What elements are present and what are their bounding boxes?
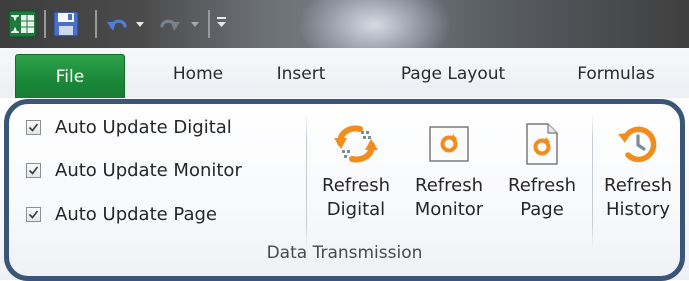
checkbox-label: Auto Update Page <box>55 203 217 225</box>
tab-file[interactable]: File <box>15 54 125 99</box>
tab-formulas[interactable]: Formulas <box>556 48 676 98</box>
group-separator <box>592 112 593 250</box>
group-separator <box>306 112 307 250</box>
ribbon-panel: Auto Update Digital Auto Update Monitor … <box>0 98 689 281</box>
redo-icon[interactable] <box>157 11 183 37</box>
button-label-line1: Refresh <box>415 175 483 196</box>
auto-update-digital-checkbox[interactable]: Auto Update Digital <box>26 112 232 142</box>
checkmark-icon <box>28 123 39 132</box>
title-bar <box>0 0 689 48</box>
qat-separator <box>44 10 46 38</box>
refresh-digital-button[interactable]: Refresh Digital <box>314 114 398 222</box>
qat-separator <box>95 10 97 38</box>
refresh-history-button[interactable]: Refresh History <box>596 114 680 222</box>
tab-page-layout[interactable]: Page Layout <box>383 48 523 98</box>
auto-update-monitor-checkbox[interactable]: Auto Update Monitor <box>26 155 242 185</box>
refresh-page-button[interactable]: Refresh Page <box>499 114 585 222</box>
refresh-digital-icon <box>334 125 378 163</box>
button-label-line1: Refresh <box>508 175 576 196</box>
checkmark-icon <box>28 166 39 175</box>
button-label-line2: Digital <box>326 199 386 220</box>
customize-qat-icon[interactable] <box>215 14 229 30</box>
checkmark-icon <box>28 210 39 219</box>
button-label-line1: Refresh <box>322 175 390 196</box>
undo-dropdown-icon[interactable] <box>136 22 144 27</box>
title-bar-glow <box>300 0 450 48</box>
refresh-monitor-icon <box>429 126 469 162</box>
auto-update-page-checkbox[interactable]: Auto Update Page <box>26 199 217 229</box>
redo-dropdown-icon[interactable] <box>191 22 199 27</box>
group-label: Data Transmission <box>266 243 423 263</box>
qat-separator <box>208 10 210 38</box>
refresh-history-icon <box>618 126 657 163</box>
tab-insert[interactable]: Insert <box>262 48 340 98</box>
button-label-line1: Refresh <box>604 175 672 196</box>
excel-logo-icon[interactable] <box>8 9 38 39</box>
checkbox-label: Auto Update Monitor <box>55 159 242 181</box>
checkbox-box[interactable] <box>26 119 41 135</box>
refresh-monitor-button[interactable]: Refresh Monitor <box>403 114 495 222</box>
quick-access-toolbar <box>0 0 300 48</box>
checkbox-label: Auto Update Digital <box>55 116 232 138</box>
refresh-page-icon <box>526 123 558 165</box>
button-label-line2: Page <box>520 199 564 220</box>
save-icon[interactable] <box>53 11 79 37</box>
checkbox-box[interactable] <box>26 206 41 222</box>
undo-icon[interactable] <box>104 11 130 37</box>
button-label-line2: History <box>605 199 671 220</box>
checkbox-box[interactable] <box>26 162 41 178</box>
tab-home[interactable]: Home <box>158 48 238 98</box>
ribbon-tab-row: File Home Insert Page Layout Formulas <box>0 48 689 99</box>
button-label-line2: Monitor <box>414 199 484 220</box>
